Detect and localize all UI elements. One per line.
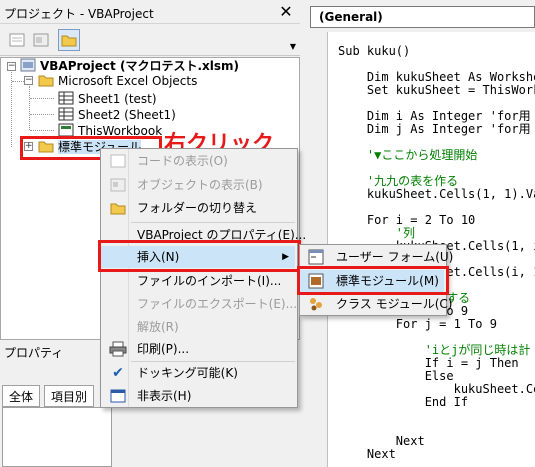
toggle-folders-button[interactable] <box>58 29 80 51</box>
submenu-userform[interactable]: ユーザー フォーム(U) <box>300 246 453 268</box>
menu-separator <box>131 222 295 223</box>
code-line: Else <box>338 369 454 383</box>
code-line: 'iとjが同じ時は計 <box>338 343 531 357</box>
folder-icon <box>61 35 77 47</box>
code-line: '▼ここから処理開始 <box>338 148 478 162</box>
class-module-icon <box>310 298 322 311</box>
close-icon[interactable]: ✕ <box>276 3 296 21</box>
menu-toggle-folders[interactable]: フォルダーの切り替え <box>101 197 295 219</box>
menu-export-file[interactable]: ファイルのエクスポート(E)... <box>101 293 297 315</box>
check-icon: ✔ <box>112 365 124 381</box>
menu-hide[interactable]: 非表示(H) <box>101 385 295 407</box>
tree-line <box>30 98 54 99</box>
object-combobox[interactable]: (General) <box>310 6 535 28</box>
view-object-icon <box>33 33 49 47</box>
properties-grid <box>2 407 112 467</box>
menu-import-file[interactable]: ファイルのインポート(I)... <box>101 270 295 292</box>
sheet-icon <box>58 91 74 105</box>
code-line: For j = 1 To 9 <box>338 317 497 331</box>
tree-line <box>11 72 12 147</box>
code-line: If i = j Then <box>338 356 519 370</box>
menu-remove[interactable]: 解放(R) <box>101 316 295 338</box>
code-line: kukuSheet.Cells(1, 1).Va <box>338 187 535 201</box>
project-explorer-title: プロジェクト - VBAProject <box>0 0 300 24</box>
folder-icon <box>110 203 126 215</box>
menu-dockable[interactable]: ✔ ドッキング可能(K) <box>101 362 295 384</box>
folder-open-icon <box>38 75 54 87</box>
code-line: Dim i As Integer 'for用 <box>338 109 531 123</box>
menu-view-object[interactable]: オブジェクトの表示(B) <box>101 174 295 196</box>
code-line: Next <box>338 434 425 448</box>
code-line: For i = 2 To 10 <box>338 213 476 227</box>
view-code-button[interactable] <box>6 29 28 51</box>
tab-categorized[interactable]: 項目別 <box>44 385 95 407</box>
code-line: End If <box>338 395 469 409</box>
code-line: Dim j As Integer 'for用 <box>338 122 531 136</box>
collapse-icon[interactable]: − <box>24 76 33 85</box>
collapse-icon[interactable]: − <box>7 62 16 71</box>
userform-icon <box>308 249 324 265</box>
toolbar-overflow-icon[interactable]: ▼ <box>288 24 298 56</box>
tab-alphabetic[interactable]: 全体 <box>2 385 41 407</box>
code-line: Set kukuSheet = ThisWork <box>338 83 535 97</box>
view-object-button[interactable] <box>30 29 52 51</box>
printer-icon <box>109 341 127 357</box>
tree-line <box>30 114 54 115</box>
view-object-icon <box>110 178 126 192</box>
sheet-icon <box>58 107 74 121</box>
workbook-icon <box>58 123 74 137</box>
tree-node-excel-objects[interactable]: Microsoft Excel Objects <box>38 72 197 90</box>
code-line: '九九の表を作る <box>338 174 459 188</box>
highlight-module <box>297 266 449 295</box>
view-code-icon <box>110 154 126 168</box>
tree-line <box>30 130 54 131</box>
view-code-icon <box>9 33 25 47</box>
tree-line <box>29 86 30 130</box>
vbe-window: プロジェクト - VBAProject ✕ ▼ − VBAProject (マク… <box>0 0 535 467</box>
highlight-insert <box>98 240 301 272</box>
code-line: Next <box>338 447 396 461</box>
code-line: Sub kuku() <box>338 44 411 58</box>
submenu-class-module[interactable]: クラス モジュール(C) <box>300 293 452 315</box>
project-toolbar <box>0 24 300 56</box>
tree-line <box>12 81 24 82</box>
code-line: Dim kukuSheet As Workshe <box>338 70 535 84</box>
menu-view-code[interactable]: コードの表示(O) <box>101 150 295 172</box>
code-line: kukuSheet.Ce <box>338 382 535 396</box>
project-icon <box>20 58 36 72</box>
code-line: '列 <box>338 226 416 240</box>
window-icon <box>110 389 126 403</box>
menu-print[interactable]: 印刷(P)... <box>101 338 295 360</box>
